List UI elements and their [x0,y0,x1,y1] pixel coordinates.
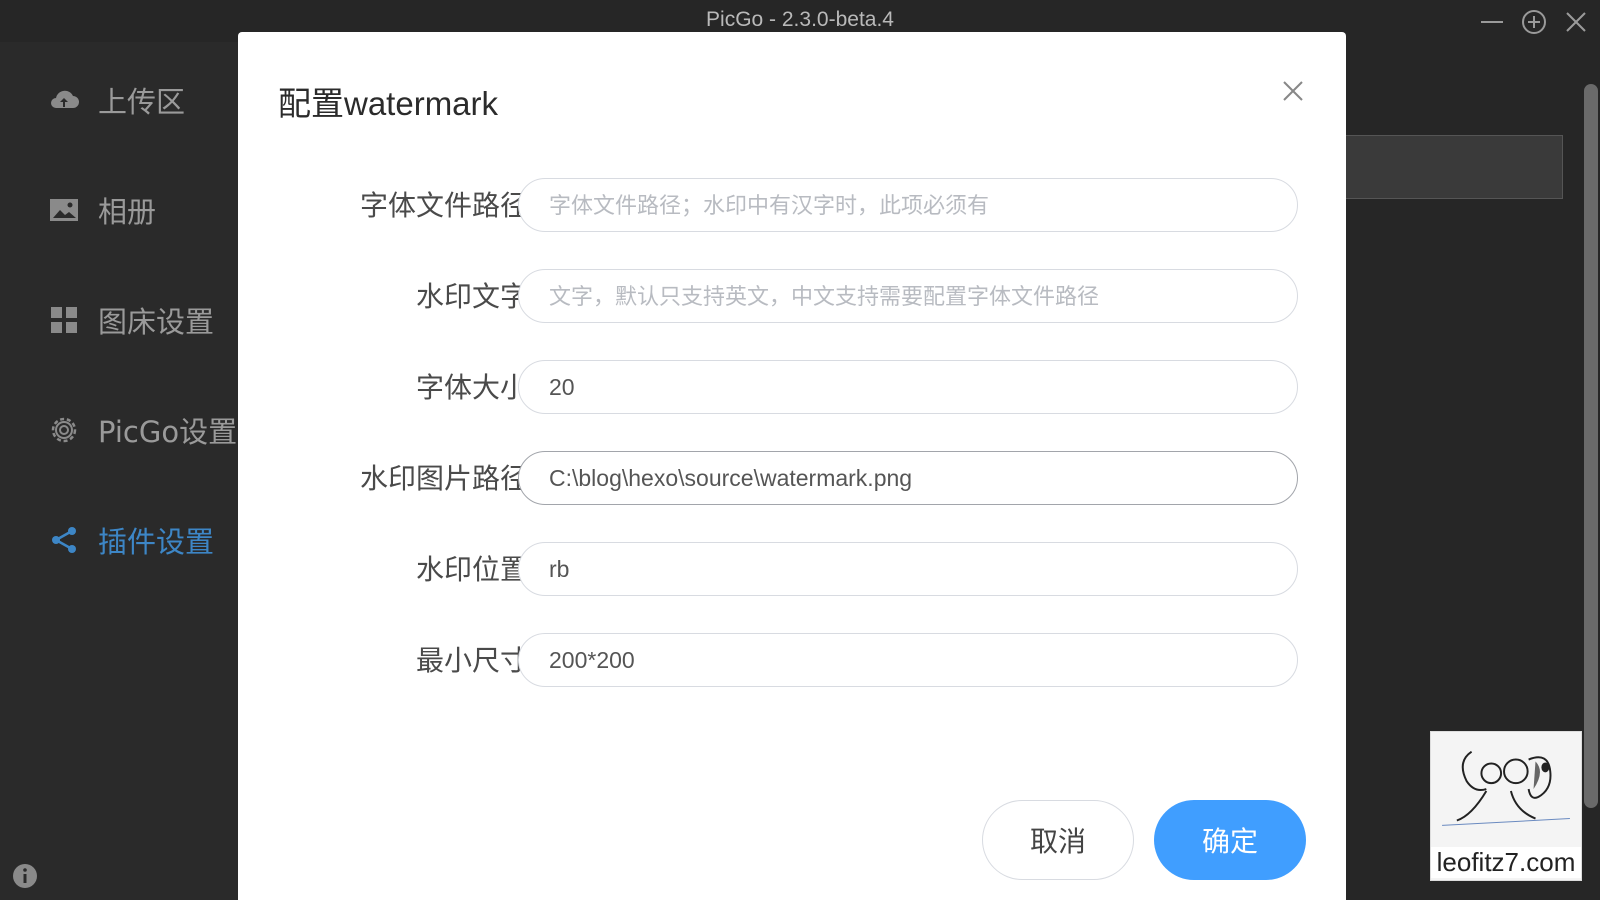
font-path-input[interactable] [518,178,1298,232]
sidebar: 上传区 相册 图床设置 PicGo设置 插件设置 [0,42,238,900]
font-path-label: 字体文件路径 [359,189,528,222]
minimize-button[interactable] [1478,8,1506,36]
min-size-label: 最小尺寸 [415,644,528,677]
close-window-button[interactable] [1562,8,1590,36]
confirm-button[interactable]: 确定 [1154,800,1306,880]
share-icon [48,524,80,556]
font-size-label: 字体大小 [415,371,528,404]
font-size-input[interactable] [518,360,1298,414]
gear-icon [48,414,80,446]
sidebar-item-label: 插件设置 [98,525,215,559]
dialog-close-button[interactable] [1278,76,1308,106]
position-input[interactable] [518,542,1298,596]
image-icon [48,194,80,226]
min-size-input[interactable] [518,633,1298,687]
config-dialog: 配置watermark 字体文件路径 水印文字 字体大小 水印图片路径 水印位置 [238,32,1346,900]
sidebar-item-picgo-settings[interactable]: PicGo设置 [48,410,237,450]
watermark-text-input[interactable] [518,269,1298,323]
info-icon[interactable] [11,862,39,890]
watermark-logo-text: leofitz7.com [1431,847,1581,878]
dog-drawing-icon [1442,750,1570,826]
watermark-text-label: 水印文字 [415,280,528,313]
form-row-font-size: 字体大小 [238,360,1346,416]
form-row-watermark-text: 水印文字 [238,269,1346,325]
form-row-min-size: 最小尺寸 [238,633,1346,689]
image-path-label: 水印图片路径 [359,462,528,495]
close-icon [1283,81,1303,101]
watermark-logo: leofitz7.com [1430,731,1582,881]
sidebar-item-plugin-settings[interactable]: 插件设置 [48,520,214,560]
cloud-upload-icon [48,84,80,116]
form-row-image-path: 水印图片路径 [238,451,1346,507]
plus-circle-icon [1522,10,1546,34]
sidebar-item-label: 相册 [98,195,157,229]
position-label: 水印位置 [415,553,528,586]
sidebar-item-album[interactable]: 相册 [48,190,156,230]
grid-icon [48,304,80,336]
image-path-input[interactable] [518,451,1298,505]
dialog-title: 配置watermark [278,85,499,122]
sidebar-item-label: 图床设置 [98,305,215,339]
window-title: PicGo - 2.3.0-beta.4 [706,8,894,31]
minimize-icon [1481,21,1503,23]
maximize-button[interactable] [1520,8,1548,36]
sidebar-item-picbed-settings[interactable]: 图床设置 [48,300,214,340]
picgo-app: PicGo - 2.3.0-beta.4 上传区 相册 图床设置 PicGo设置… [0,0,1600,900]
close-icon [1566,12,1586,32]
sidebar-item-upload[interactable]: 上传区 [48,80,185,120]
sidebar-item-label: 上传区 [98,85,186,119]
sidebar-item-label: PicGo设置 [98,415,238,449]
form-row-font-path: 字体文件路径 [238,178,1346,234]
form-row-position: 水印位置 [238,542,1346,598]
scrollbar[interactable] [1584,84,1598,808]
cancel-button[interactable]: 取消 [982,800,1134,880]
